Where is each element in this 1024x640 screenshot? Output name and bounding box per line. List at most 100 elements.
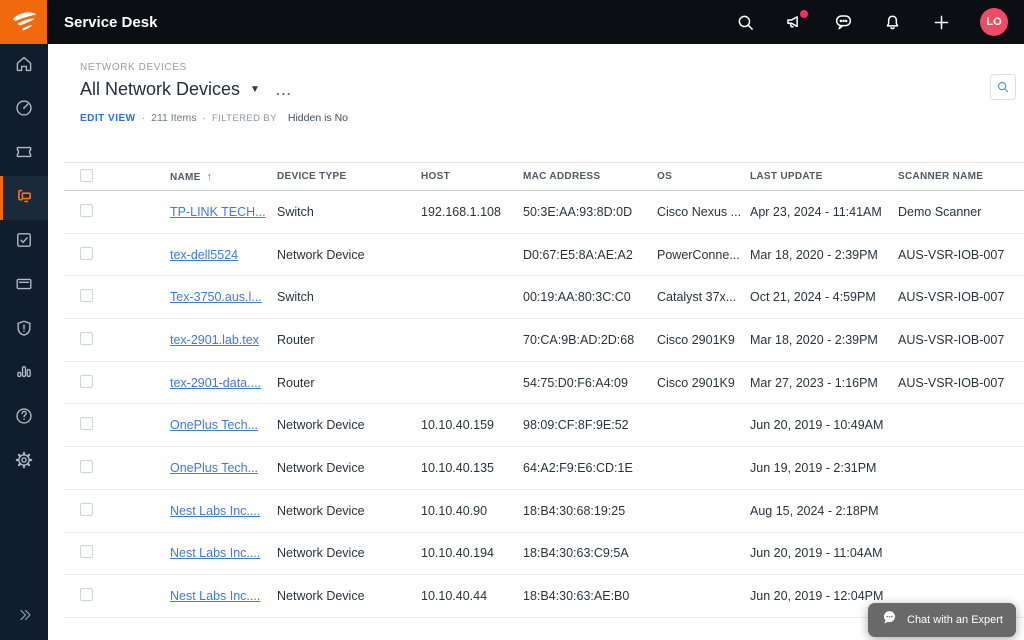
view-dropdown-caret-icon[interactable]: ▼ <box>250 84 260 95</box>
cell-host: 10.10.40.159 <box>421 403 523 448</box>
table-row: TP-LINK TECH... Switch 192.168.1.108 50:3E:… <box>64 190 1024 234</box>
row-checkbox[interactable] <box>80 459 93 473</box>
device-name-link[interactable]: tex-2901-data.... <box>170 376 261 390</box>
cell-host: 10.10.40.90 <box>421 489 523 533</box>
sidebar-item-assets[interactable] <box>0 264 48 308</box>
edit-view-link[interactable]: EDIT VIEW <box>80 113 136 124</box>
row-checkbox[interactable] <box>80 289 93 303</box>
chat-icon[interactable] <box>833 12 854 33</box>
column-header-os[interactable]: OS <box>657 162 750 191</box>
cell-scanner_name <box>898 403 1024 448</box>
cell-device_type: Network Device <box>277 403 421 448</box>
settings-icon <box>13 449 35 476</box>
row-checkbox-cell <box>64 361 170 405</box>
sidebar-item-tasks[interactable] <box>0 220 48 264</box>
device-name-link[interactable]: Tex-3750.aus.l... <box>170 290 262 304</box>
search-icon[interactable] <box>735 12 756 33</box>
card-icon <box>13 273 35 300</box>
row-checkbox-cell <box>64 233 170 277</box>
device-name-link[interactable]: Nest Labs Inc.... <box>170 589 260 603</box>
filtered-by-label: FILTERED BY <box>211 112 277 124</box>
sidebar-item-dashboard[interactable] <box>0 88 48 132</box>
select-all-cell <box>64 162 170 191</box>
megaphone-icon[interactable] <box>784 9 808 33</box>
row-checkbox[interactable] <box>80 545 93 559</box>
cell-name: Nest Labs Inc.... <box>170 532 277 576</box>
cell-last_update: Oct 21, 2024 - 4:59PM <box>750 275 898 320</box>
more-options-icon[interactable]: ... <box>276 83 292 97</box>
device-name-link[interactable]: Nest Labs Inc.... <box>170 504 260 518</box>
table-header-row: NAME ↑ DEVICE TYPE HOST MAC ADDRESS OS LAST UP… <box>64 162 1024 191</box>
device-name-link[interactable]: Nest Labs Inc.... <box>170 546 260 560</box>
row-checkbox[interactable] <box>80 246 93 260</box>
cell-scanner_name <box>898 489 1024 533</box>
sidebar-item-settings[interactable] <box>0 440 48 484</box>
cell-os: Cisco 2901K9 <box>657 318 750 362</box>
cell-host <box>421 361 523 405</box>
cell-mac_address: 98:09:CF:8F:9E:52 <box>523 403 657 448</box>
cell-mac_address: D0:67:E5:8A:AE:A2 <box>523 233 657 277</box>
cell-mac_address: 18:B4:30:63:C9:5A <box>523 532 657 576</box>
column-header-device_type[interactable]: DEVICE TYPE <box>277 162 421 191</box>
filter-value: Hidden is No <box>287 112 349 124</box>
row-checkbox[interactable] <box>80 417 93 431</box>
row-checkbox[interactable] <box>80 502 93 516</box>
cell-mac_address: 00:19:AA:80:3C:C0 <box>523 275 657 320</box>
row-checkbox[interactable] <box>80 588 93 602</box>
home-icon <box>13 53 35 80</box>
sidebar-item-reports[interactable] <box>0 352 48 396</box>
cell-os <box>657 403 750 448</box>
device-name-link[interactable]: TP-LINK TECH... <box>170 205 266 219</box>
solarwinds-logo-icon[interactable] <box>0 0 47 44</box>
cell-scanner_name <box>898 446 1024 490</box>
table-body: TP-LINK TECH... Switch 192.168.1.108 50:3E:… <box>64 190 1024 618</box>
app-title: Service Desk <box>64 13 158 31</box>
row-checkbox[interactable] <box>80 203 93 217</box>
devices-table: NAME ↑ DEVICE TYPE HOST MAC ADDRESS OS LAST UP… <box>64 162 1024 618</box>
plus-icon[interactable] <box>931 12 952 33</box>
column-header-mac_address[interactable]: MAC ADDRESS <box>523 162 657 191</box>
table-row: tex-dell5524 Network Device D0:67:E5:8A:AE… <box>64 233 1024 277</box>
select-all-checkbox[interactable] <box>80 168 93 182</box>
column-header-scanner_name[interactable]: SCANNER NAME <box>898 162 1024 191</box>
topbar-actions: LO <box>735 8 1024 36</box>
row-checkbox-cell <box>64 275 170 320</box>
row-checkbox[interactable] <box>80 374 93 388</box>
row-checkbox-cell <box>64 574 170 618</box>
chat-with-expert-button[interactable]: Chat with an Expert <box>868 603 1016 637</box>
devices-icon <box>13 184 36 212</box>
sidebar-item-home[interactable] <box>0 44 48 88</box>
row-checkbox-cell <box>64 318 170 362</box>
row-checkbox[interactable] <box>80 331 93 345</box>
cell-os: Catalyst 37x... <box>657 275 750 320</box>
cell-device_type: Network Device <box>277 446 421 490</box>
device-name-link[interactable]: tex-dell5524 <box>170 248 238 262</box>
device-name-link[interactable]: OnePlus Tech... <box>170 461 258 475</box>
cell-last_update: Mar 27, 2023 - 1:16PM <box>750 361 898 405</box>
device-name-link[interactable]: tex-2901.lab.tex <box>170 333 259 347</box>
column-header-name[interactable]: NAME ↑ <box>170 162 277 191</box>
cell-name: Tex-3750.aus.l... <box>170 275 277 320</box>
sidebar-item-help[interactable] <box>0 396 48 440</box>
double-chevron-right-icon <box>15 607 33 628</box>
cell-mac_address: 70:CA:9B:AD:2D:68 <box>523 318 657 362</box>
column-header-last_update[interactable]: LAST UPDATE <box>750 162 898 191</box>
breadcrumb: NETWORK DEVICES <box>80 62 187 73</box>
bell-icon[interactable] <box>882 12 903 33</box>
cell-scanner_name: AUS-VSR-IOB-007 <box>898 318 1024 362</box>
cell-scanner_name: AUS-VSR-IOB-007 <box>898 361 1024 405</box>
column-header-host[interactable]: HOST <box>421 162 523 191</box>
sidebar-item-devices[interactable] <box>0 176 48 220</box>
cell-device_type: Network Device <box>277 532 421 576</box>
sidebar-item-risks[interactable] <box>0 308 48 352</box>
help-icon <box>13 405 35 432</box>
user-avatar[interactable]: LO <box>980 8 1008 36</box>
cell-device_type: Router <box>277 318 421 362</box>
table-search-button[interactable] <box>990 74 1016 100</box>
page-title: All Network Devices <box>80 79 241 99</box>
sidebar-expand-button[interactable] <box>0 602 48 632</box>
row-checkbox-cell <box>64 532 170 576</box>
device-name-link[interactable]: OnePlus Tech... <box>170 418 258 432</box>
sidebar-item-tickets[interactable] <box>0 132 48 176</box>
separator-dot: · <box>141 112 146 124</box>
